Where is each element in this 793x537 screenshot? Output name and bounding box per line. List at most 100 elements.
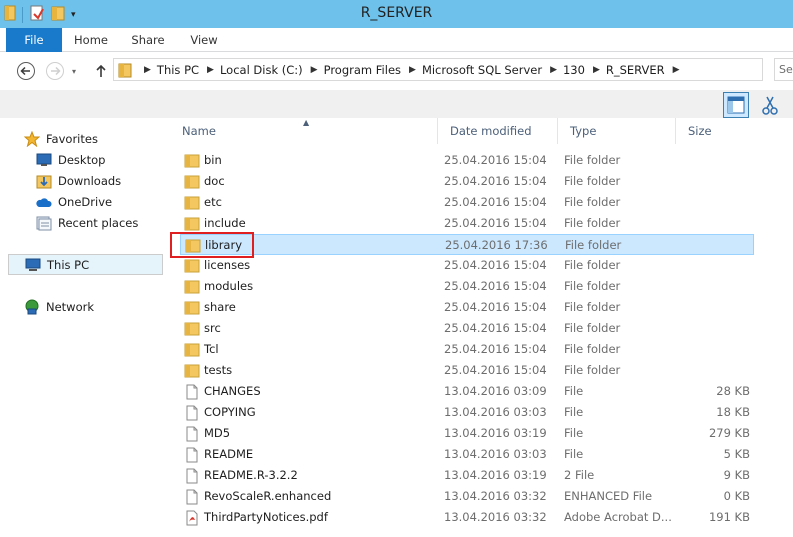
table-row[interactable]: licenses 25.04.2016 15:04 File folder — [180, 255, 754, 276]
table-row[interactable]: modules 25.04.2016 15:04 File folder — [180, 276, 754, 297]
nav-item-desktop[interactable]: Desktop — [36, 149, 105, 170]
table-row[interactable]: CHANGES 13.04.2016 03:09 File 28 KB — [180, 381, 754, 402]
file-name-cell: licenses — [184, 255, 434, 276]
address-row: ▾ ▶ This PC ▶ Local Disk (C:) ▶ Program … — [0, 52, 793, 90]
onedrive-icon — [36, 194, 52, 210]
breadcrumb-r-server[interactable]: R_SERVER — [606, 63, 665, 77]
file-date: 25.04.2016 15:04 — [444, 153, 547, 167]
table-row[interactable]: MD5 13.04.2016 03:19 File 279 KB — [180, 423, 754, 444]
file-type: ENHANCED File — [564, 489, 653, 503]
chevron-right-icon[interactable]: ▶ — [207, 65, 214, 75]
breadcrumb-this-pc[interactable]: This PC — [157, 63, 199, 77]
file-date: 25.04.2016 15:04 — [444, 216, 547, 230]
file-name: tests — [204, 363, 233, 377]
nav-item-downloads[interactable]: Downloads — [36, 170, 121, 191]
cut-button[interactable] — [757, 92, 783, 118]
file-date: 25.04.2016 15:04 — [444, 363, 547, 377]
table-row[interactable]: ThirdPartyNotices.pdf 13.04.2016 03:32 Ado… — [180, 507, 754, 528]
file-size — [679, 235, 751, 256]
column-header-type[interactable]: Type — [558, 118, 676, 144]
title-bar: ▾ R_SERVER — [0, 0, 793, 28]
file-name-cell: CHANGES — [184, 381, 434, 402]
file-type: File folder — [564, 195, 621, 209]
table-row[interactable]: tests 25.04.2016 15:04 File folder — [180, 360, 754, 381]
forward-button[interactable] — [44, 60, 66, 82]
computer-icon — [25, 257, 41, 273]
file-name-cell: share — [184, 297, 434, 318]
table-row[interactable]: README.R-3.2.2 13.04.2016 03:19 2 File 9 KB — [180, 465, 754, 486]
chevron-right-icon[interactable]: ▶ — [593, 65, 600, 75]
preview-pane-button[interactable] — [723, 92, 749, 118]
file-size: 191 KB — [708, 510, 750, 524]
file-date: 13.04.2016 03:32 — [444, 510, 547, 524]
table-row[interactable]: doc 25.04.2016 15:04 File folder — [180, 171, 754, 192]
file-size — [678, 276, 750, 297]
tab-view[interactable]: View — [182, 28, 226, 52]
file-name-cell: bin — [184, 150, 434, 171]
chevron-right-icon[interactable]: ▶ — [144, 65, 151, 75]
table-row[interactable]: library 25.04.2016 17:36 File folder — [180, 234, 754, 255]
breadcrumb-sql-server[interactable]: Microsoft SQL Server — [422, 63, 542, 77]
nav-item-label: Downloads — [58, 173, 122, 188]
recent-locations-button[interactable]: ▾ — [67, 60, 81, 82]
chevron-right-icon[interactable]: ▶ — [673, 65, 680, 75]
tab-share[interactable]: Share — [124, 28, 172, 52]
file-icon — [184, 384, 200, 400]
column-header-size[interactable]: Size — [676, 118, 756, 144]
file-date: 13.04.2016 03:03 — [444, 447, 547, 461]
file-date: 13.04.2016 03:19 — [444, 468, 547, 482]
file-name-cell: include — [184, 213, 434, 234]
address-bar[interactable]: ▶ This PC ▶ Local Disk (C:) ▶ Program Fi… — [113, 58, 763, 81]
table-row[interactable]: Tcl 25.04.2016 15:04 File folder — [180, 339, 754, 360]
file-date: 25.04.2016 15:04 — [444, 195, 547, 209]
nav-item-network[interactable]: Network — [24, 296, 94, 317]
file-size — [678, 360, 750, 381]
file-date: 13.04.2016 03:32 — [444, 489, 547, 503]
file-size — [678, 318, 750, 339]
table-row[interactable]: src 25.04.2016 15:04 File folder — [180, 318, 754, 339]
file-name: RevoScaleR.enhanced — [204, 489, 332, 503]
table-row[interactable]: share 25.04.2016 15:04 File folder — [180, 297, 754, 318]
file-list: ▲ Name Date modified Type Size bin 25.04.… — [170, 118, 793, 537]
file-name-cell: README.R-3.2.2 — [184, 465, 434, 486]
nav-item-this-pc[interactable]: This PC — [8, 254, 163, 275]
breadcrumb-program-files[interactable]: Program Files — [324, 63, 401, 77]
file-name: licenses — [204, 258, 251, 272]
column-header-date[interactable]: Date modified — [438, 118, 558, 144]
folder-icon — [184, 216, 200, 232]
back-button[interactable] — [15, 60, 37, 82]
tab-home[interactable]: Home — [68, 28, 114, 52]
tab-file[interactable]: File — [6, 28, 62, 52]
table-row[interactable]: include 25.04.2016 15:04 File folder — [180, 213, 754, 234]
chevron-right-icon[interactable]: ▶ — [409, 65, 416, 75]
folder-icon — [118, 62, 132, 78]
table-row[interactable]: COPYING 13.04.2016 03:03 File 18 KB — [180, 402, 754, 423]
column-header-name[interactable]: Name — [170, 118, 438, 144]
breadcrumb-130[interactable]: 130 — [563, 63, 585, 77]
up-arrow-icon — [96, 64, 106, 77]
up-button[interactable] — [90, 60, 112, 82]
nav-item-recent-places[interactable]: Recent places — [36, 212, 138, 233]
file-date: 13.04.2016 03:19 — [444, 426, 547, 440]
file-date: 25.04.2016 15:04 — [444, 300, 547, 314]
file-type: File — [564, 447, 584, 461]
table-row[interactable]: bin 25.04.2016 15:04 File folder — [180, 150, 754, 171]
table-row[interactable]: README 13.04.2016 03:03 File 5 KB — [180, 444, 754, 465]
file-date: 25.04.2016 15:04 — [444, 321, 547, 335]
chevron-right-icon[interactable]: ▶ — [550, 65, 557, 75]
nav-favorites[interactable]: Favorites — [24, 128, 98, 149]
file-size — [678, 297, 750, 318]
file-icon — [184, 489, 200, 505]
search-input[interactable]: Se — [774, 58, 793, 81]
breadcrumb-local-disk[interactable]: Local Disk (C:) — [220, 63, 303, 77]
file-name-cell: MD5 — [184, 423, 434, 444]
file-icon — [184, 447, 200, 463]
chevron-right-icon[interactable]: ▶ — [311, 65, 318, 75]
file-type: File folder — [564, 321, 621, 335]
file-type: File — [564, 426, 584, 440]
folder-icon — [184, 363, 200, 379]
table-row[interactable]: RevoScaleR.enhanced 13.04.2016 03:32 ENHAN… — [180, 486, 754, 507]
nav-item-onedrive[interactable]: OneDrive — [36, 191, 112, 212]
file-date: 25.04.2016 15:04 — [444, 279, 547, 293]
table-row[interactable]: etc 25.04.2016 15:04 File folder — [180, 192, 754, 213]
